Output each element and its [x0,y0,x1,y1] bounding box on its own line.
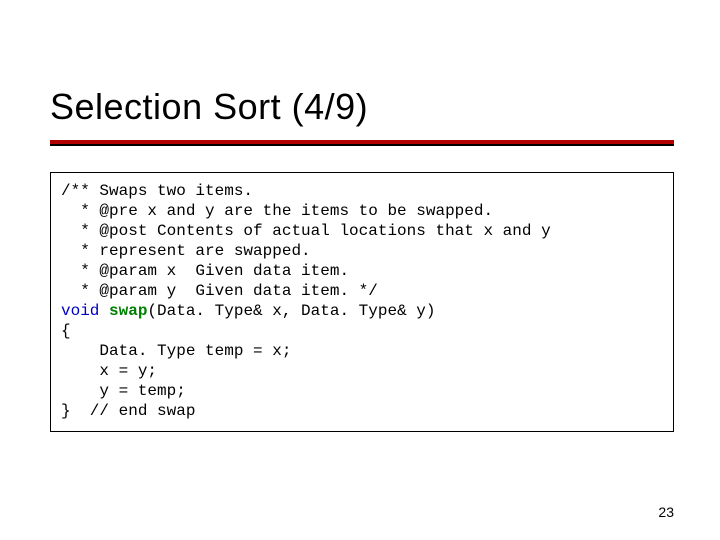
code-line: x = y; [61,362,157,380]
code-line: * represent are swapped. [61,242,311,260]
code-text [99,302,109,320]
keyword-void: void [61,302,99,320]
code-line: * @post Contents of actual locations tha… [61,222,551,240]
slide: Selection Sort (4/9) /** Swaps two items… [0,0,720,540]
code-line: { [61,322,71,340]
code-box: /** Swaps two items. * @pre x and y are … [50,172,674,432]
code-line: /** Swaps two items. [61,182,253,200]
code-line: y = temp; [61,382,186,400]
code-line: * @param x Given data item. [61,262,349,280]
code-line: Data. Type temp = x; [61,342,291,360]
code-text: (Data. Type& x, Data. Type& y) [147,302,435,320]
title-rule-black [50,144,674,146]
slide-title: Selection Sort (4/9) [50,86,368,128]
code-line: } // end swap [61,402,195,420]
code-line: * @pre x and y are the items to be swapp… [61,202,493,220]
code-line: * @param y Given data item. */ [61,282,378,300]
function-name-swap: swap [109,302,147,320]
page-number: 23 [658,504,674,520]
code-block: /** Swaps two items. * @pre x and y are … [61,181,663,421]
